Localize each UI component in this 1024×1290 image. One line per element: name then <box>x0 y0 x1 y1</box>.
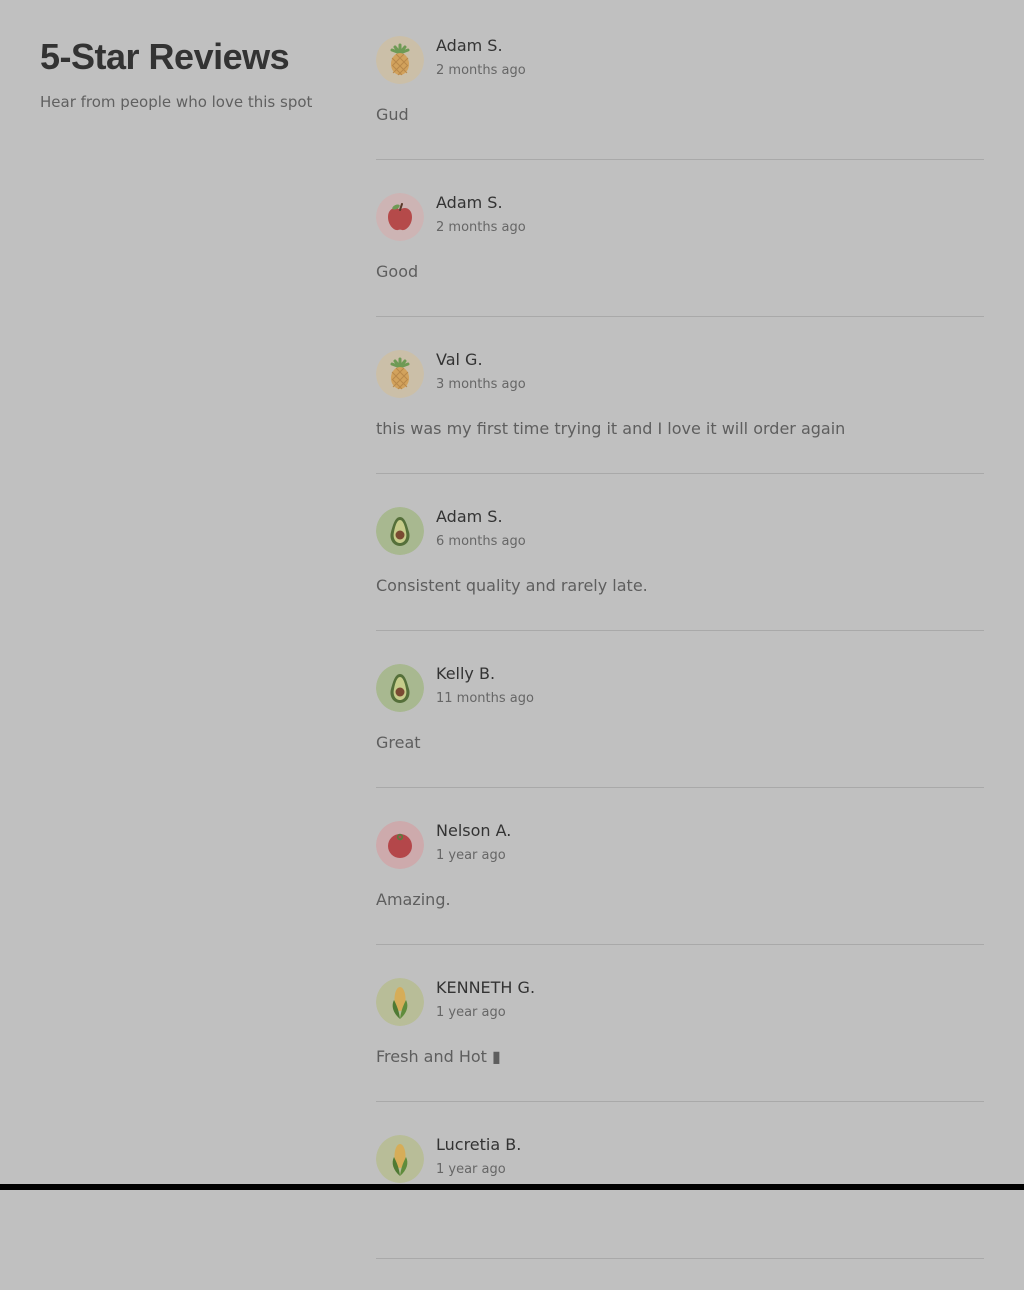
reviewer-name: Val G. <box>436 350 483 369</box>
review-card: Nelson A. 1 year ago Amazing. <box>376 819 984 945</box>
review-timestamp: 1 year ago <box>436 1005 506 1020</box>
review-card: Adam S. 6 months ago Consistent quality … <box>376 505 984 631</box>
reviewer-name: Adam S. <box>436 507 503 526</box>
bottom-edge-bar <box>0 1184 1024 1190</box>
review-timestamp: 1 year ago <box>436 1162 506 1177</box>
reviewer-name: Adam S. <box>436 193 503 212</box>
review-card: Lucretia B. 1 year ago <box>376 1133 984 1259</box>
reviewer-name: Kelly B. <box>436 664 496 683</box>
review-card: Adam S. 2 months ago Good <box>376 191 984 317</box>
pineapple-icon <box>376 350 424 398</box>
review-header: Lucretia B. 1 year ago <box>376 1133 984 1183</box>
review-header: Val G. 3 months ago <box>376 348 984 398</box>
corn-icon <box>376 1135 424 1183</box>
reviews-list: Adam S. 2 months ago Gud Adam S. 2 month… <box>376 34 984 1290</box>
review-header: Adam S. 6 months ago <box>376 505 984 555</box>
review-header: KENNETH G. 1 year ago <box>376 976 984 1026</box>
review-text: Great <box>376 733 421 752</box>
review-card: KENNETH G. 1 year ago Fresh and Hot ▮ <box>376 976 984 1102</box>
review-timestamp: 2 months ago <box>436 63 526 78</box>
review-header: Adam S. 2 months ago <box>376 191 984 241</box>
reviewer-name: Nelson A. <box>436 821 512 840</box>
avocado-icon <box>376 664 424 712</box>
page-subtitle: Hear from people who love this spot <box>40 93 313 111</box>
review-card: Kelly B. 11 months ago Great <box>376 662 984 788</box>
review-header: Kelly B. 11 months ago <box>376 662 984 712</box>
review-text: this was my first time trying it and I l… <box>376 419 846 438</box>
review-text: Fresh and Hot ▮ <box>376 1047 501 1066</box>
reviewer-name: Lucretia B. <box>436 1135 522 1154</box>
reviewer-name: KENNETH G. <box>436 978 536 997</box>
review-header: Adam S. 2 months ago <box>376 34 984 84</box>
review-timestamp: 3 months ago <box>436 377 526 392</box>
review-text: Gud <box>376 105 409 124</box>
review-card: Adam S. 2 months ago Gud <box>376 34 984 160</box>
review-text: Amazing. <box>376 890 451 909</box>
review-card: Val G. 3 months ago this was my first ti… <box>376 348 984 474</box>
reviewer-name: Adam S. <box>436 36 503 55</box>
review-text: Consistent quality and rarely late. <box>376 576 648 595</box>
page-title: 5-Star Reviews <box>40 36 290 77</box>
review-timestamp: 11 months ago <box>436 691 534 706</box>
apple-icon <box>376 193 424 241</box>
tomato-icon <box>376 821 424 869</box>
review-timestamp: 1 year ago <box>436 848 506 863</box>
reviews-header: 5-Star Reviews Hear from people who love… <box>40 36 340 112</box>
review-timestamp: 2 months ago <box>436 220 526 235</box>
pineapple-icon <box>376 36 424 84</box>
avocado-icon <box>376 507 424 555</box>
corn-icon <box>376 978 424 1026</box>
review-text: Good <box>376 262 419 281</box>
review-header: Nelson A. 1 year ago <box>376 819 984 869</box>
review-timestamp: 6 months ago <box>436 534 526 549</box>
